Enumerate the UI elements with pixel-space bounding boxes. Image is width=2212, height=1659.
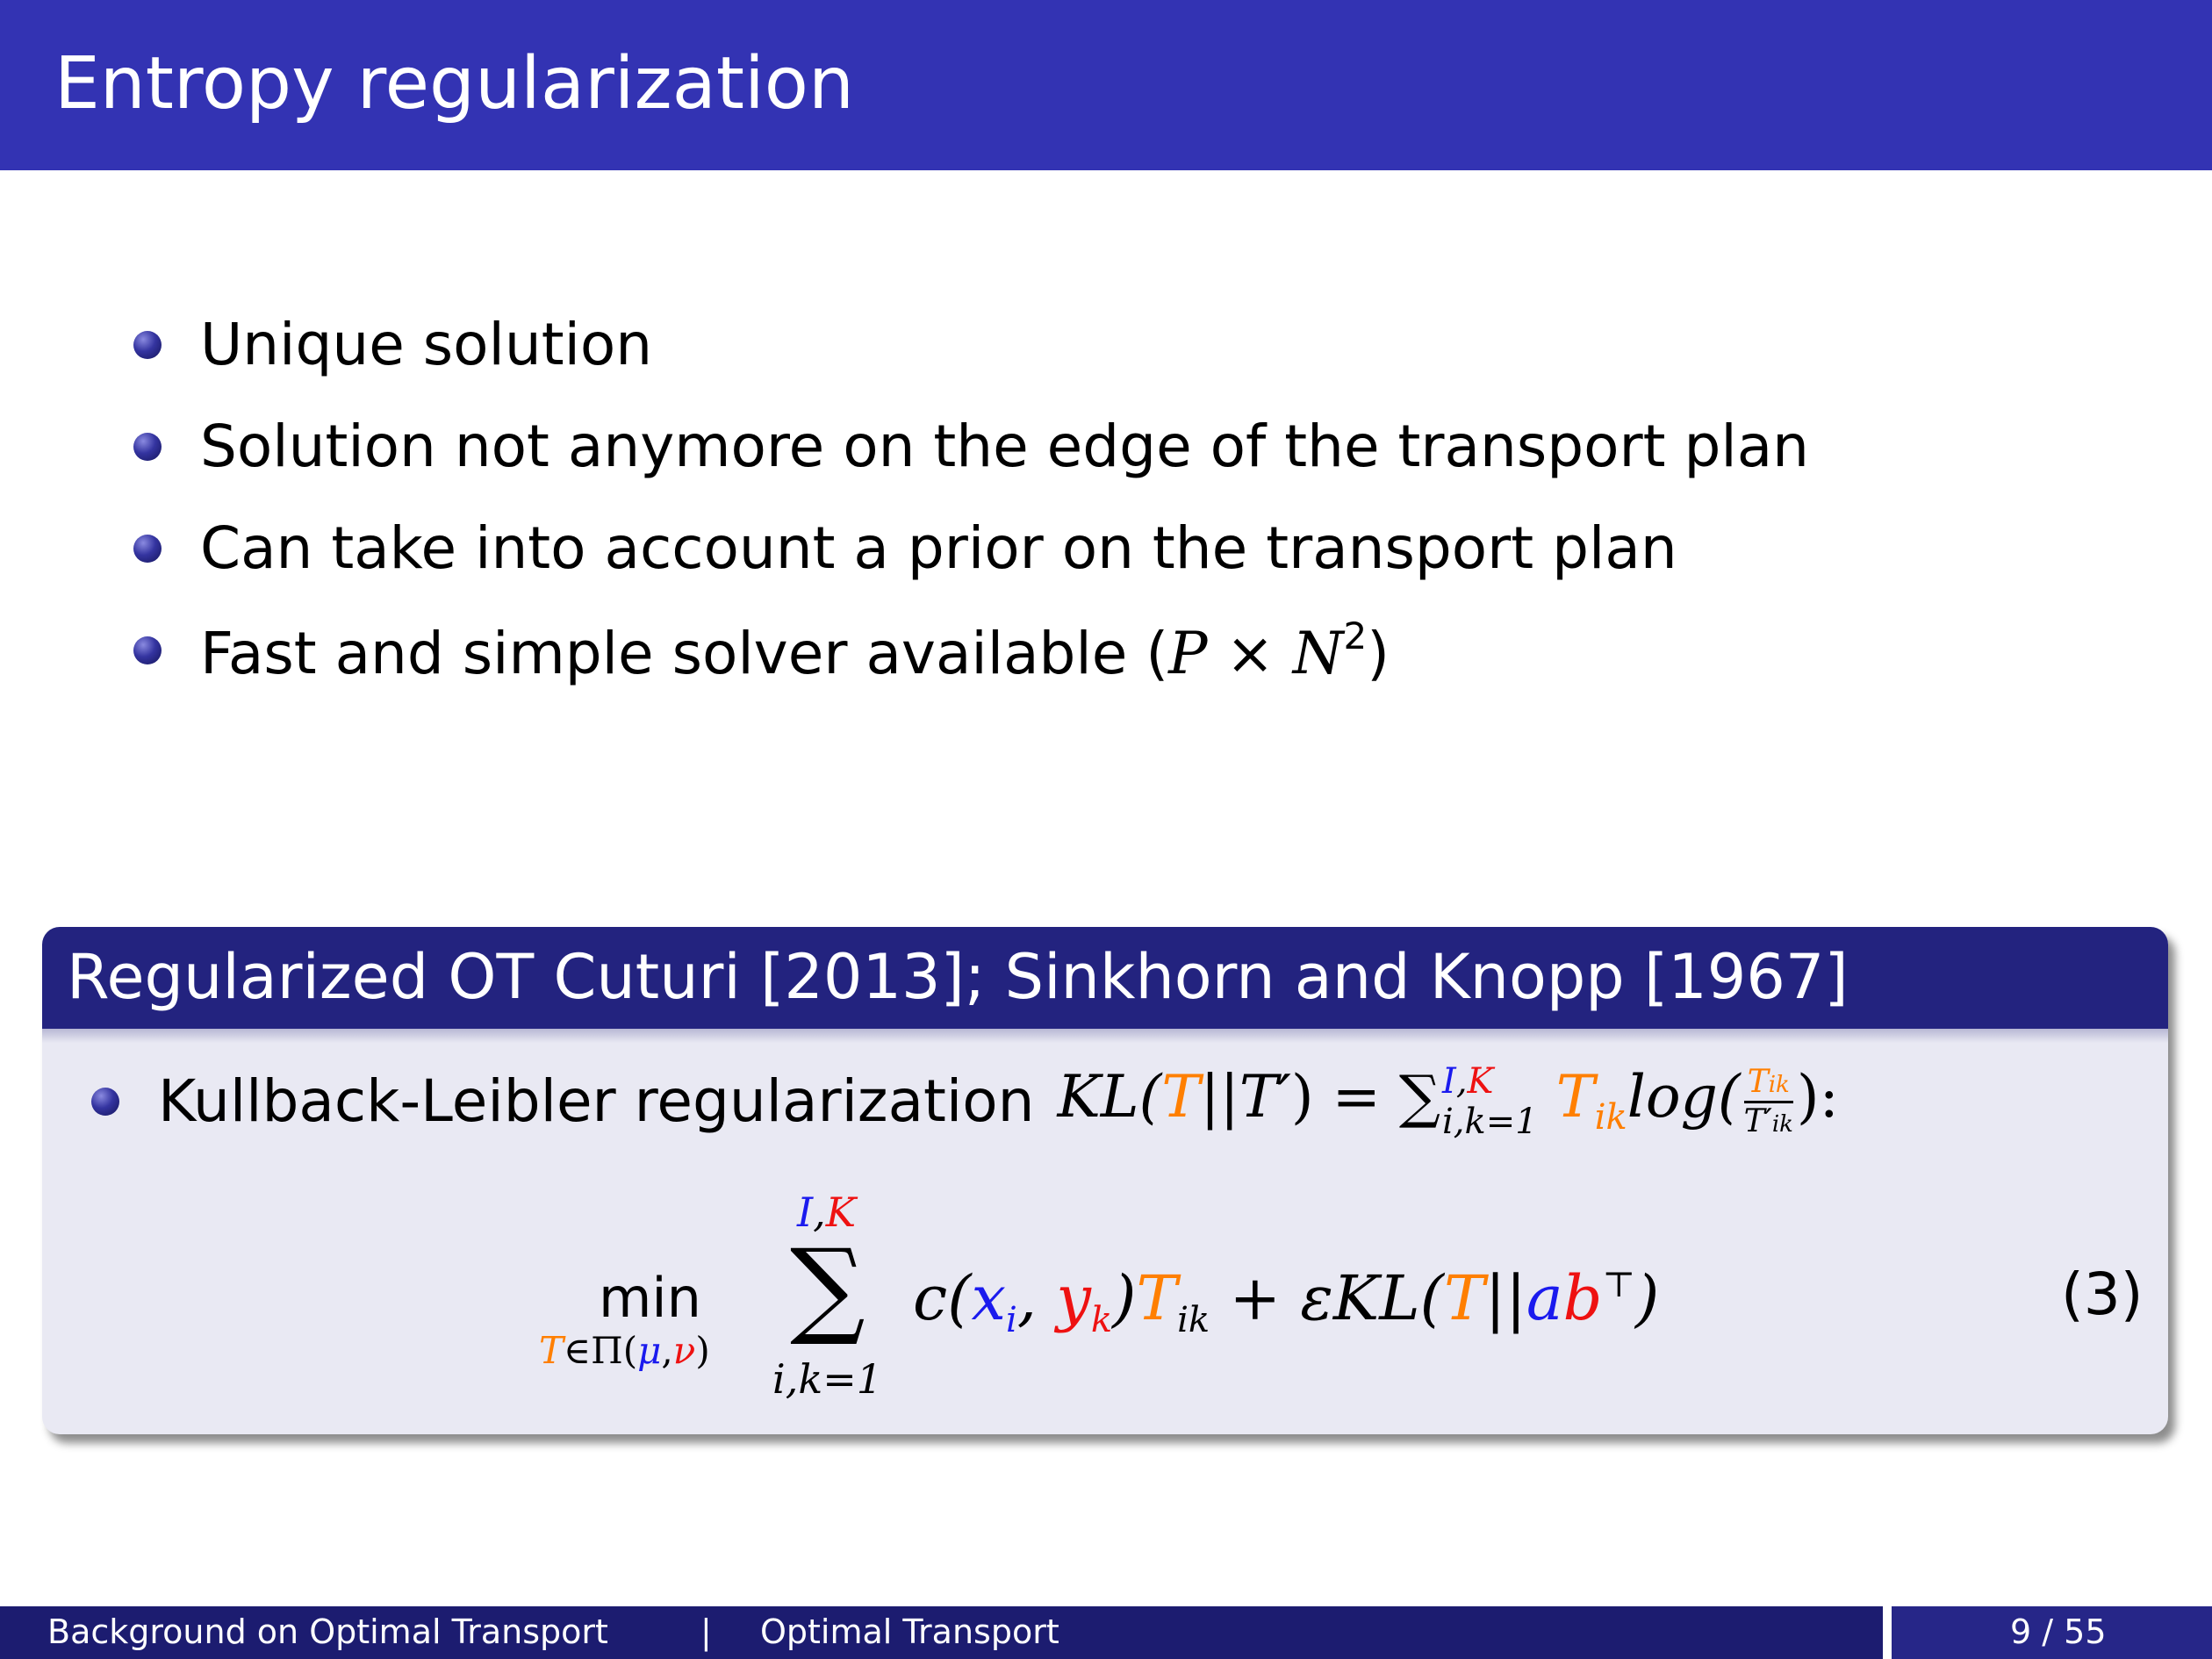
- bullet-text: Can take into account a prior on the tra…: [200, 514, 1677, 582]
- eq-transpose: ⊤: [1602, 1265, 1636, 1305]
- kl-formula: KL(T||T′) = ∑ I,K i,k=1 Tiklog(Tik T′ik):: [1057, 1064, 1838, 1139]
- kl-bullet-item: Kullback-Leibler regularization KL(T||T′…: [91, 1062, 1839, 1141]
- math-close-paren: ): [1367, 620, 1390, 687]
- bullet-text: Fast and simple solver available (P × N2…: [200, 618, 1390, 683]
- kl-frac-num-sub: ik: [1768, 1071, 1790, 1098]
- bullet-text: Unique solution: [200, 311, 653, 378]
- math-times: ×: [1225, 620, 1275, 687]
- kl-func: KL(: [1057, 1063, 1162, 1131]
- kl-frac-den-sub: ik: [1771, 1110, 1793, 1138]
- eq-sum-symbol: ∑: [790, 1227, 865, 1349]
- eq-comma: ,: [1016, 1262, 1038, 1334]
- kl-sum-sup-k: K: [1467, 1061, 1494, 1102]
- footer-page-number: 9 / 55: [2010, 1612, 2107, 1651]
- eq-min-sub-close: ): [695, 1329, 710, 1372]
- bullet-item: Unique solution: [133, 305, 652, 384]
- eq-t-sub: ik: [1177, 1300, 1210, 1340]
- bullet-text-prefix: Fast and simple solver available (: [200, 620, 1169, 687]
- block-title: Regularized OT Cuturi [2013]; Sinkhorn a…: [67, 941, 1849, 1013]
- eq-sum-bottom: i,k=1: [772, 1355, 883, 1403]
- kl-sum-sub: i,k=1: [1442, 1102, 1538, 1142]
- block-header-shadow: [42, 1029, 2168, 1043]
- eq-min-sub-mu: μ: [637, 1329, 662, 1372]
- math-exponent: 2: [1343, 614, 1368, 657]
- eq-x-sub: i: [1006, 1300, 1017, 1340]
- footer-separator: |: [700, 1612, 712, 1651]
- kl-label: Kullback-Leibler regularization: [158, 1067, 1035, 1135]
- bullet-text: Solution not anymore on the edge of the …: [200, 413, 1809, 480]
- bullet-item: Solution not anymore on the edge of the …: [133, 407, 1809, 486]
- kl-equals: ) =: [1290, 1063, 1381, 1131]
- kl-sum-symbol: ∑: [1398, 1063, 1441, 1131]
- bullet-item: Fast and simple solver available (P × N2…: [133, 611, 1390, 690]
- definition-block: Regularized OT Cuturi [2013]; Sinkhorn a…: [42, 927, 2168, 1434]
- eq-plus-eps-kl: + εKL(: [1229, 1262, 1444, 1334]
- eq-c-close: ): [1112, 1262, 1137, 1334]
- equation-number: (3): [2061, 1260, 2144, 1328]
- math-p: P: [1168, 620, 1208, 687]
- title-bar: Entropy regularization: [0, 0, 2212, 170]
- bullet-dot-icon: [133, 636, 162, 664]
- eq-cost-term: c(xi, yk)Tik + εKL(T||ab⊤): [913, 1268, 1659, 1338]
- block-header: Regularized OT Cuturi [2013]; Sinkhorn a…: [42, 927, 2168, 1029]
- math-n: N: [1292, 620, 1344, 687]
- eq-a: a: [1526, 1262, 1563, 1334]
- eq-bars: ||: [1484, 1262, 1526, 1334]
- eq-min-subscript: T∈Π(μ,ν): [539, 1332, 710, 1369]
- kl-frac-den: T′: [1743, 1102, 1772, 1139]
- kl-frac-num: T: [1747, 1063, 1769, 1100]
- bullet-item: Can take into account a prior on the tra…: [133, 509, 1677, 588]
- bullet-dot-icon: [133, 535, 162, 563]
- eq-t2: T: [1444, 1262, 1485, 1334]
- eq-min: min: [599, 1266, 701, 1330]
- eq-b: b: [1562, 1262, 1603, 1334]
- footer-bar: Background on Optimal Transport | Optima…: [0, 1606, 2212, 1659]
- kl-t-ik-sub: ik: [1594, 1097, 1627, 1138]
- eq-c-open: c(: [913, 1262, 972, 1334]
- eq-y-sub: k: [1090, 1300, 1113, 1340]
- eq-min-sub-t: T: [539, 1329, 564, 1372]
- kl-log: log(: [1627, 1063, 1741, 1131]
- eq-t: T: [1136, 1262, 1178, 1334]
- kl-fraction: Tik T′ik: [1743, 1063, 1793, 1139]
- kl-t: T: [1161, 1063, 1201, 1131]
- footer-section-title: Background on Optimal Transport: [47, 1612, 608, 1651]
- bullet-dot-icon: [91, 1088, 119, 1116]
- bullet-dot-icon: [133, 331, 162, 359]
- kl-t-ik: T: [1555, 1063, 1595, 1131]
- eq-min-sub-in: ∈Π(: [564, 1329, 638, 1372]
- eq-y: y: [1056, 1262, 1091, 1334]
- eq-x: x: [971, 1262, 1006, 1334]
- bullet-dot-icon: [133, 433, 162, 461]
- footer-subsection-title: Optimal Transport: [760, 1612, 1059, 1651]
- kl-sum-sup-i: I: [1442, 1061, 1456, 1102]
- kl-end: ):: [1796, 1063, 1839, 1131]
- kl-t-prime: T′: [1239, 1063, 1291, 1131]
- eq-min-sub-comma: ,: [661, 1329, 673, 1372]
- eq-end: ): [1635, 1262, 1660, 1334]
- kl-sum-sup-comma: ,: [1455, 1061, 1468, 1102]
- kl-bars: ||: [1200, 1063, 1239, 1131]
- eq-min-sub-nu: ν: [672, 1329, 696, 1372]
- slide-title: Entropy regularization: [54, 42, 854, 126]
